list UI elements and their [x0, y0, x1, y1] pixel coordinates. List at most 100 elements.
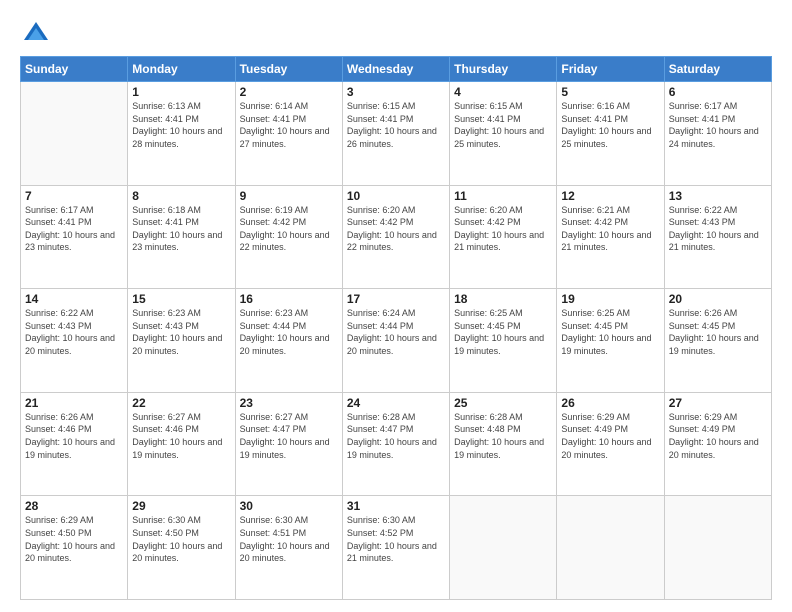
day-info: Sunrise: 6:29 AMSunset: 4:49 PMDaylight:… — [561, 411, 659, 461]
calendar-cell: 2Sunrise: 6:14 AMSunset: 4:41 PMDaylight… — [235, 82, 342, 186]
day-number: 20 — [669, 292, 767, 306]
day-info: Sunrise: 6:28 AMSunset: 4:47 PMDaylight:… — [347, 411, 445, 461]
day-number: 10 — [347, 189, 445, 203]
calendar-header-sunday: Sunday — [21, 57, 128, 82]
day-info: Sunrise: 6:29 AMSunset: 4:49 PMDaylight:… — [669, 411, 767, 461]
day-info: Sunrise: 6:30 AMSunset: 4:52 PMDaylight:… — [347, 514, 445, 564]
calendar-cell: 28Sunrise: 6:29 AMSunset: 4:50 PMDayligh… — [21, 496, 128, 600]
day-info: Sunrise: 6:15 AMSunset: 4:41 PMDaylight:… — [454, 100, 552, 150]
header — [20, 16, 772, 48]
day-number: 31 — [347, 499, 445, 513]
calendar-cell: 5Sunrise: 6:16 AMSunset: 4:41 PMDaylight… — [557, 82, 664, 186]
logo — [20, 20, 50, 48]
day-number: 26 — [561, 396, 659, 410]
day-info: Sunrise: 6:19 AMSunset: 4:42 PMDaylight:… — [240, 204, 338, 254]
day-number: 14 — [25, 292, 123, 306]
day-info: Sunrise: 6:27 AMSunset: 4:46 PMDaylight:… — [132, 411, 230, 461]
calendar-header-friday: Friday — [557, 57, 664, 82]
calendar-cell: 11Sunrise: 6:20 AMSunset: 4:42 PMDayligh… — [450, 185, 557, 289]
day-number: 4 — [454, 85, 552, 99]
calendar-cell: 14Sunrise: 6:22 AMSunset: 4:43 PMDayligh… — [21, 289, 128, 393]
day-info: Sunrise: 6:30 AMSunset: 4:51 PMDaylight:… — [240, 514, 338, 564]
day-info: Sunrise: 6:22 AMSunset: 4:43 PMDaylight:… — [669, 204, 767, 254]
calendar-cell: 23Sunrise: 6:27 AMSunset: 4:47 PMDayligh… — [235, 392, 342, 496]
day-info: Sunrise: 6:27 AMSunset: 4:47 PMDaylight:… — [240, 411, 338, 461]
day-number: 29 — [132, 499, 230, 513]
day-number: 17 — [347, 292, 445, 306]
day-number: 15 — [132, 292, 230, 306]
calendar-header-monday: Monday — [128, 57, 235, 82]
calendar-cell: 25Sunrise: 6:28 AMSunset: 4:48 PMDayligh… — [450, 392, 557, 496]
calendar-header-tuesday: Tuesday — [235, 57, 342, 82]
day-info: Sunrise: 6:17 AMSunset: 4:41 PMDaylight:… — [25, 204, 123, 254]
day-number: 25 — [454, 396, 552, 410]
day-number: 2 — [240, 85, 338, 99]
calendar-cell — [557, 496, 664, 600]
calendar-cell: 10Sunrise: 6:20 AMSunset: 4:42 PMDayligh… — [342, 185, 449, 289]
day-number: 9 — [240, 189, 338, 203]
calendar-cell: 15Sunrise: 6:23 AMSunset: 4:43 PMDayligh… — [128, 289, 235, 393]
calendar-cell: 6Sunrise: 6:17 AMSunset: 4:41 PMDaylight… — [664, 82, 771, 186]
calendar-cell: 21Sunrise: 6:26 AMSunset: 4:46 PMDayligh… — [21, 392, 128, 496]
day-info: Sunrise: 6:28 AMSunset: 4:48 PMDaylight:… — [454, 411, 552, 461]
day-info: Sunrise: 6:20 AMSunset: 4:42 PMDaylight:… — [454, 204, 552, 254]
calendar-cell: 18Sunrise: 6:25 AMSunset: 4:45 PMDayligh… — [450, 289, 557, 393]
calendar-header-saturday: Saturday — [664, 57, 771, 82]
calendar-cell — [21, 82, 128, 186]
calendar-cell: 17Sunrise: 6:24 AMSunset: 4:44 PMDayligh… — [342, 289, 449, 393]
day-number: 12 — [561, 189, 659, 203]
calendar-cell: 30Sunrise: 6:30 AMSunset: 4:51 PMDayligh… — [235, 496, 342, 600]
day-number: 27 — [669, 396, 767, 410]
calendar-cell: 13Sunrise: 6:22 AMSunset: 4:43 PMDayligh… — [664, 185, 771, 289]
page: SundayMondayTuesdayWednesdayThursdayFrid… — [0, 0, 792, 612]
day-info: Sunrise: 6:29 AMSunset: 4:50 PMDaylight:… — [25, 514, 123, 564]
day-info: Sunrise: 6:20 AMSunset: 4:42 PMDaylight:… — [347, 204, 445, 254]
day-number: 6 — [669, 85, 767, 99]
day-info: Sunrise: 6:23 AMSunset: 4:44 PMDaylight:… — [240, 307, 338, 357]
day-number: 21 — [25, 396, 123, 410]
calendar-cell: 1Sunrise: 6:13 AMSunset: 4:41 PMDaylight… — [128, 82, 235, 186]
calendar-cell: 16Sunrise: 6:23 AMSunset: 4:44 PMDayligh… — [235, 289, 342, 393]
calendar-cell: 3Sunrise: 6:15 AMSunset: 4:41 PMDaylight… — [342, 82, 449, 186]
calendar-week-4: 21Sunrise: 6:26 AMSunset: 4:46 PMDayligh… — [21, 392, 772, 496]
day-info: Sunrise: 6:14 AMSunset: 4:41 PMDaylight:… — [240, 100, 338, 150]
logo-icon — [22, 20, 50, 48]
day-number: 19 — [561, 292, 659, 306]
day-info: Sunrise: 6:25 AMSunset: 4:45 PMDaylight:… — [561, 307, 659, 357]
calendar-cell: 9Sunrise: 6:19 AMSunset: 4:42 PMDaylight… — [235, 185, 342, 289]
day-info: Sunrise: 6:26 AMSunset: 4:45 PMDaylight:… — [669, 307, 767, 357]
day-info: Sunrise: 6:26 AMSunset: 4:46 PMDaylight:… — [25, 411, 123, 461]
day-info: Sunrise: 6:24 AMSunset: 4:44 PMDaylight:… — [347, 307, 445, 357]
day-info: Sunrise: 6:16 AMSunset: 4:41 PMDaylight:… — [561, 100, 659, 150]
calendar-cell: 12Sunrise: 6:21 AMSunset: 4:42 PMDayligh… — [557, 185, 664, 289]
day-number: 8 — [132, 189, 230, 203]
day-info: Sunrise: 6:18 AMSunset: 4:41 PMDaylight:… — [132, 204, 230, 254]
day-info: Sunrise: 6:25 AMSunset: 4:45 PMDaylight:… — [454, 307, 552, 357]
day-number: 28 — [25, 499, 123, 513]
calendar-header-wednesday: Wednesday — [342, 57, 449, 82]
day-info: Sunrise: 6:23 AMSunset: 4:43 PMDaylight:… — [132, 307, 230, 357]
day-number: 1 — [132, 85, 230, 99]
day-info: Sunrise: 6:30 AMSunset: 4:50 PMDaylight:… — [132, 514, 230, 564]
day-info: Sunrise: 6:13 AMSunset: 4:41 PMDaylight:… — [132, 100, 230, 150]
calendar-cell: 26Sunrise: 6:29 AMSunset: 4:49 PMDayligh… — [557, 392, 664, 496]
calendar-cell: 19Sunrise: 6:25 AMSunset: 4:45 PMDayligh… — [557, 289, 664, 393]
calendar-week-2: 7Sunrise: 6:17 AMSunset: 4:41 PMDaylight… — [21, 185, 772, 289]
day-info: Sunrise: 6:22 AMSunset: 4:43 PMDaylight:… — [25, 307, 123, 357]
day-number: 11 — [454, 189, 552, 203]
calendar-cell: 7Sunrise: 6:17 AMSunset: 4:41 PMDaylight… — [21, 185, 128, 289]
day-number: 5 — [561, 85, 659, 99]
day-number: 30 — [240, 499, 338, 513]
calendar-cell: 31Sunrise: 6:30 AMSunset: 4:52 PMDayligh… — [342, 496, 449, 600]
day-info: Sunrise: 6:17 AMSunset: 4:41 PMDaylight:… — [669, 100, 767, 150]
day-number: 22 — [132, 396, 230, 410]
calendar-cell — [664, 496, 771, 600]
calendar-cell — [450, 496, 557, 600]
calendar-week-5: 28Sunrise: 6:29 AMSunset: 4:50 PMDayligh… — [21, 496, 772, 600]
calendar-cell: 8Sunrise: 6:18 AMSunset: 4:41 PMDaylight… — [128, 185, 235, 289]
calendar-cell: 20Sunrise: 6:26 AMSunset: 4:45 PMDayligh… — [664, 289, 771, 393]
calendar-table: SundayMondayTuesdayWednesdayThursdayFrid… — [20, 56, 772, 600]
calendar-week-1: 1Sunrise: 6:13 AMSunset: 4:41 PMDaylight… — [21, 82, 772, 186]
day-info: Sunrise: 6:15 AMSunset: 4:41 PMDaylight:… — [347, 100, 445, 150]
day-info: Sunrise: 6:21 AMSunset: 4:42 PMDaylight:… — [561, 204, 659, 254]
